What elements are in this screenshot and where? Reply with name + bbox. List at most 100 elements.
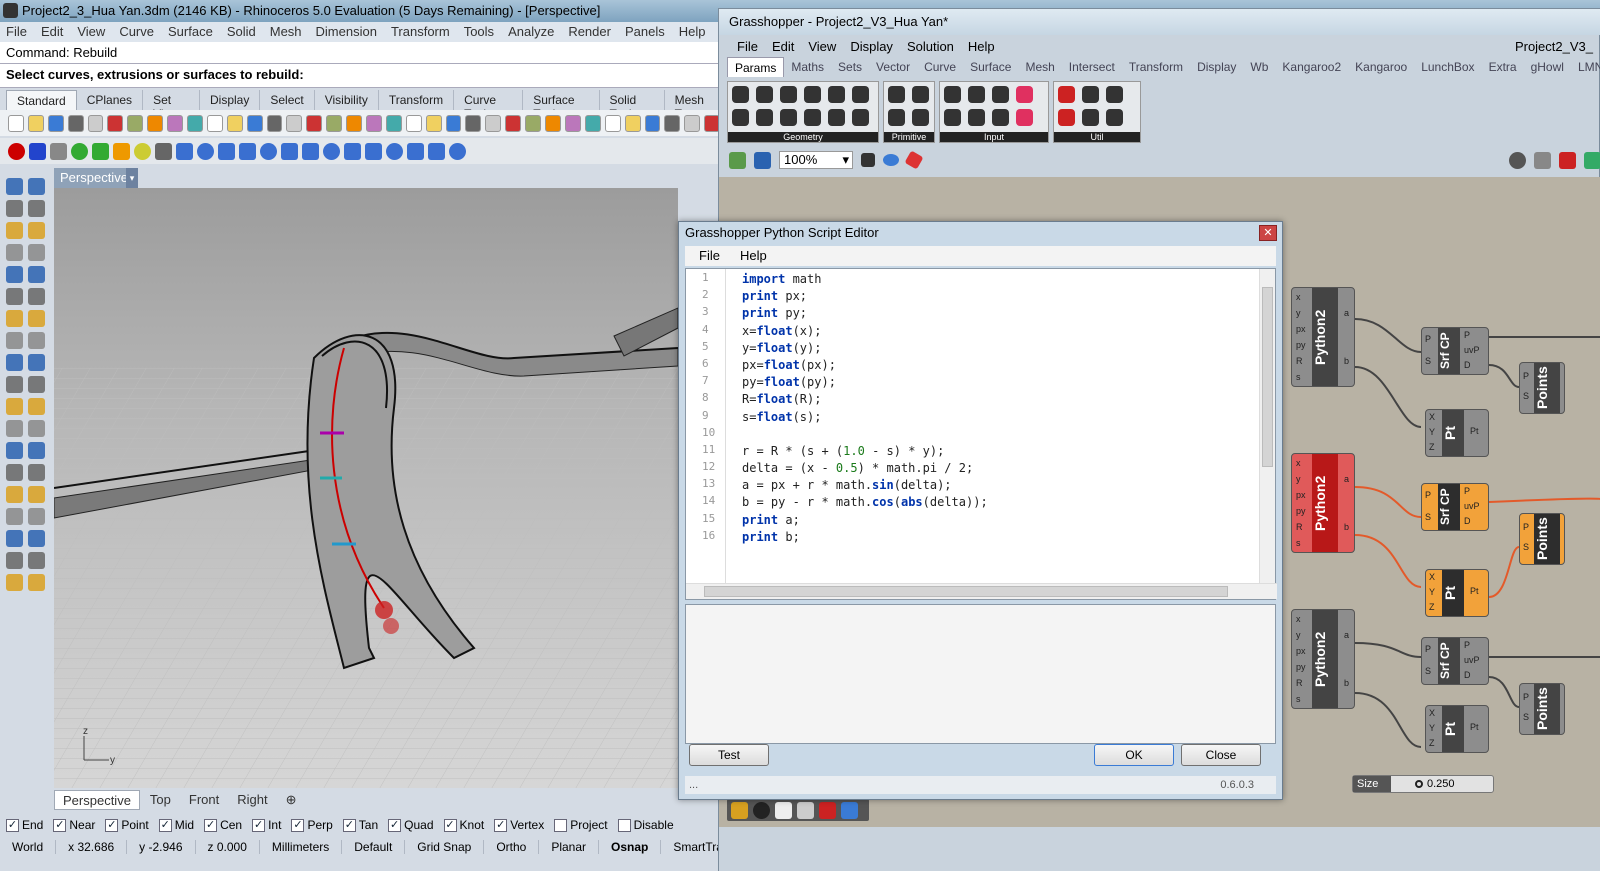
ribbon-component-icon[interactable] (888, 109, 905, 126)
python-icon[interactable] (841, 802, 858, 819)
osnap-tan[interactable]: ✓ Tan (342, 818, 378, 832)
solid-tool-icon[interactable] (449, 142, 466, 160)
python-output-b[interactable]: b (1344, 678, 1349, 688)
gh-tab-params[interactable]: Params (727, 57, 785, 77)
solid-tool-icon[interactable] (260, 142, 277, 160)
python-input-py[interactable]: py (1296, 662, 1306, 672)
code-line[interactable]: import math (742, 271, 988, 288)
gh-tab-transform[interactable]: Transform (1122, 57, 1190, 77)
pt-input-Z[interactable]: Z (1429, 738, 1435, 748)
srfcp-output-uvP[interactable]: uvP (1464, 501, 1480, 511)
slider-knob[interactable] (1415, 780, 1423, 788)
gh-tab-display[interactable]: Display (1190, 57, 1243, 77)
code-line[interactable]: a = px + r * math.sin(delta); (742, 477, 988, 494)
srfcp-output-uvP[interactable]: uvP (1464, 655, 1480, 665)
toolbar-tab-transform[interactable]: Transform (379, 90, 455, 110)
pt-output[interactable]: Pt (1470, 722, 1479, 732)
toolbar-tab-set-view[interactable]: Set View (143, 90, 200, 121)
toolbar-tab-standard[interactable]: Standard (6, 90, 77, 110)
srfcp-input-P[interactable]: P (1425, 644, 1431, 654)
preview-wireframe-icon[interactable] (1509, 151, 1526, 169)
gh-menu-file[interactable]: File (737, 37, 758, 57)
solid-tool-icon[interactable] (344, 142, 361, 160)
osnap-checkbox[interactable]: ✓ (158, 818, 172, 832)
python-component[interactable]: x y px py Rs Python2 a b (1291, 287, 1355, 387)
preview-selected-icon[interactable] (1559, 151, 1576, 169)
status-osnap[interactable]: Osnap (599, 840, 662, 854)
ribbon-component-icon[interactable] (1058, 109, 1075, 126)
solid-tool-icon[interactable] (29, 142, 46, 160)
points-input-S[interactable]: S (1523, 542, 1529, 552)
code-line[interactable]: b = py - r * math.cos(abs(delta)); (742, 494, 988, 511)
pt-input-Y[interactable]: Y (1429, 723, 1435, 733)
ok-button[interactable]: OK (1094, 744, 1174, 766)
ribbon-component-icon[interactable] (732, 86, 749, 103)
code-line[interactable]: py=float(py); (742, 374, 988, 391)
code-line[interactable] (742, 426, 988, 443)
python-input-x[interactable]: x (1296, 292, 1301, 302)
gh-menu-edit[interactable]: Edit (772, 37, 794, 57)
menu-help[interactable]: Help (679, 22, 706, 42)
left-tool-icon[interactable] (6, 178, 23, 195)
gh-menu-solution[interactable]: Solution (907, 37, 954, 57)
menu-dimension[interactable]: Dimension (316, 22, 377, 42)
ribbon-component-icon[interactable] (944, 109, 961, 126)
toolbar-tool-icon[interactable] (306, 114, 323, 132)
left-tool-icon[interactable] (28, 222, 45, 239)
pt-input-X[interactable]: X (1429, 412, 1435, 422)
code-text[interactable]: import math print px; print py; x=float(x);… (742, 271, 988, 546)
menu-surface[interactable]: Surface (168, 22, 213, 42)
solid-tool-icon[interactable] (239, 142, 256, 160)
editor-menu-file[interactable]: File (699, 246, 720, 266)
toolbar-tool-icon[interactable] (684, 114, 701, 132)
solid-tool-icon[interactable] (365, 142, 382, 160)
menu-edit[interactable]: Edit (41, 22, 63, 42)
points-input-S[interactable]: S (1523, 712, 1529, 722)
gh-tab-surface[interactable]: Surface (963, 57, 1018, 77)
viewport-dropdown-icon[interactable]: ▾ (126, 168, 138, 188)
gh-tab-kangaroo[interactable]: Kangaroo (1348, 57, 1414, 77)
gh-tab-wb[interactable]: Wb (1243, 57, 1275, 77)
osnap-vertex[interactable]: ✓ Vertex (494, 818, 544, 832)
gh-tab-intersect[interactable]: Intersect (1062, 57, 1122, 77)
ribbon-component-icon[interactable] (968, 109, 985, 126)
osnap-quad[interactable]: ✓ Quad (388, 818, 434, 832)
hscroll-thumb[interactable] (704, 586, 1228, 597)
pt-input-X[interactable]: X (1429, 708, 1435, 718)
open-file-icon[interactable] (729, 151, 746, 169)
delete-icon[interactable] (753, 802, 770, 819)
gh-menu-display[interactable]: Display (850, 37, 893, 57)
size-slider[interactable]: Size 0.250 (1352, 775, 1494, 793)
toolbar-tab-cplanes[interactable]: CPlanes (77, 90, 144, 110)
ribbon-component-icon[interactable] (1106, 86, 1123, 103)
add-view-icon[interactable]: ⊕ (278, 790, 305, 810)
ribbon-component-icon[interactable] (992, 86, 1009, 103)
srfcp-output-uvP[interactable]: uvP (1464, 345, 1480, 355)
solid-tool-icon[interactable] (50, 142, 67, 160)
gh-menu-view[interactable]: View (808, 37, 836, 57)
srfcp-output-D[interactable]: D (1464, 360, 1471, 370)
python-input-y[interactable]: y (1296, 474, 1301, 484)
ribbon-component-icon[interactable] (1082, 86, 1099, 103)
osnap-project[interactable]: Project (554, 818, 608, 832)
menu-solid[interactable]: Solid (227, 22, 256, 42)
code-line[interactable]: R=float(R); (742, 391, 988, 408)
left-tool-icon[interactable] (6, 486, 23, 503)
srfcp-component[interactable]: P S Srf CP PuvP D (1421, 637, 1489, 685)
toolbar-tool-icon[interactable] (505, 114, 522, 132)
toolbar-tool-icon[interactable] (545, 114, 561, 132)
pt-component[interactable]: X Y Z Pt Pt (1425, 409, 1489, 457)
python-input-s[interactable]: s (1296, 372, 1301, 382)
toolbar-tool-icon[interactable] (485, 114, 502, 132)
left-tool-icon[interactable] (6, 288, 23, 305)
ribbon-component-icon[interactable] (804, 86, 821, 103)
solid-tool-icon[interactable] (302, 142, 319, 160)
solid-tool-icon[interactable] (176, 142, 193, 160)
ribbon-component-icon[interactable] (732, 109, 749, 126)
gh-tab-maths[interactable]: Maths (784, 57, 831, 77)
osnap-checkbox[interactable]: ✓ (443, 818, 457, 832)
code-line[interactable]: px=float(px); (742, 357, 988, 374)
toolbar-tool-icon[interactable] (366, 114, 382, 132)
toolbar-tool-icon[interactable] (167, 114, 184, 132)
left-tool-icon[interactable] (6, 442, 23, 459)
